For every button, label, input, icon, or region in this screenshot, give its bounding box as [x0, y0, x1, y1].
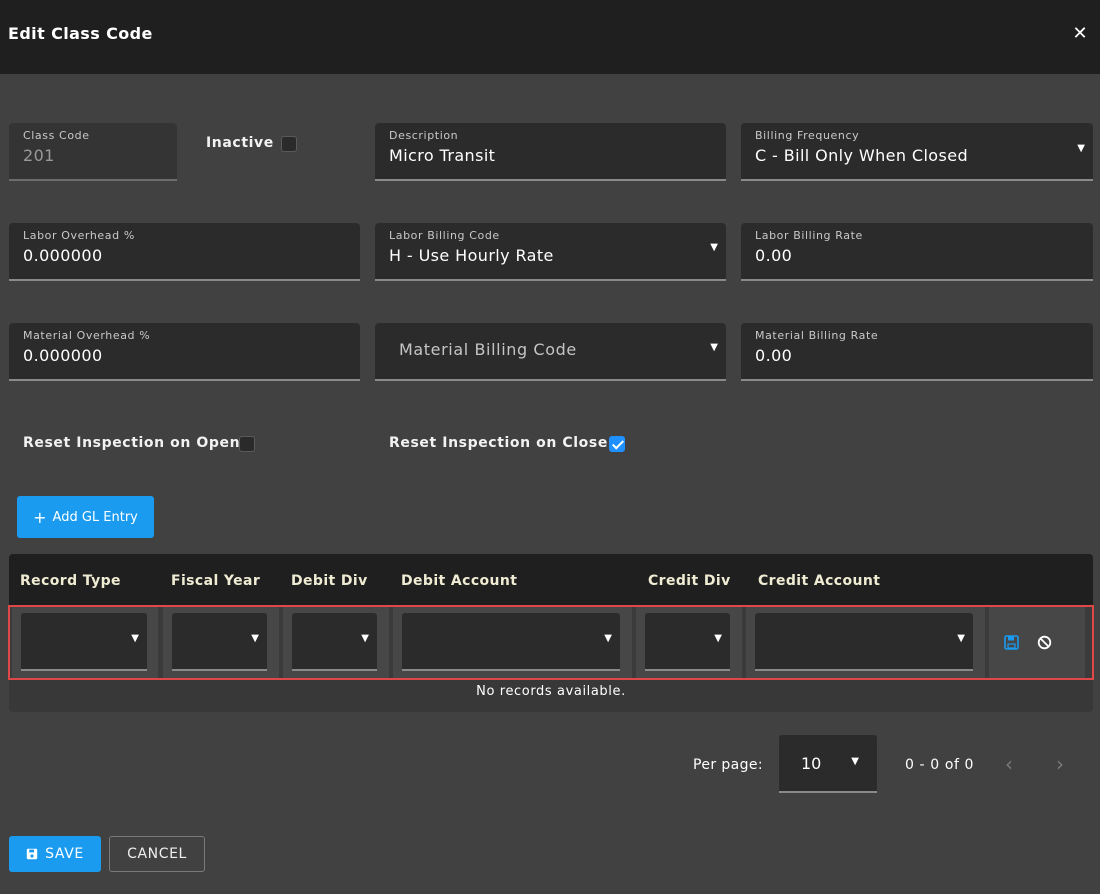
description-value: Micro Transit: [389, 146, 496, 165]
chevron-down-icon: ▼: [251, 633, 259, 644]
material-overhead-field[interactable]: Material Overhead % 0.000000: [9, 323, 360, 381]
pager-range: 0 - 0 of 0: [905, 757, 975, 773]
column-header-fiscal-year[interactable]: Fiscal Year: [171, 573, 260, 589]
record-type-select[interactable]: ▼: [21, 613, 147, 671]
close-icon[interactable]: ✕: [1072, 24, 1088, 44]
floppy-disk-icon: [26, 848, 38, 860]
billing-frequency-value: C - Bill Only When Closed: [755, 146, 969, 165]
plus-icon: +: [33, 507, 47, 527]
save-label: SAVE: [45, 846, 84, 862]
chevron-down-icon: ▼: [131, 633, 139, 644]
material-overhead-value: 0.000000: [23, 346, 103, 365]
class-code-field: Class Code 201: [9, 123, 177, 181]
per-page-label: Per page:: [693, 757, 764, 773]
chevron-down-icon: ▼: [957, 633, 965, 644]
debit-div-select[interactable]: ▼: [292, 613, 377, 671]
credit-account-select[interactable]: ▼: [755, 613, 973, 671]
inactive-checkbox[interactable]: [281, 136, 297, 152]
description-label: Description: [389, 129, 459, 142]
material-billing-rate-field[interactable]: Material Billing Rate 0.00: [741, 323, 1093, 381]
chevron-down-icon: ▼: [710, 342, 718, 353]
cancel-circle-icon[interactable]: [1037, 635, 1052, 650]
labor-overhead-field[interactable]: Labor Overhead % 0.000000: [9, 223, 360, 281]
gl-edit-row: ▼ ▼ ▼ ▼ ▼ ▼: [8, 605, 1094, 680]
chevron-down-icon: ▼: [604, 633, 612, 644]
class-code-value: 201: [23, 146, 55, 165]
inactive-label: Inactive: [206, 135, 274, 151]
cancel-label: CANCEL: [127, 846, 187, 862]
chevron-down-icon: ▼: [714, 633, 722, 644]
floppy-disk-icon[interactable]: [1004, 635, 1019, 650]
chevron-down-icon: ▼: [361, 633, 369, 644]
chevron-left-icon[interactable]: ‹: [1005, 752, 1013, 776]
debit-account-select[interactable]: ▼: [402, 613, 620, 671]
grid-header: Record Type Fiscal Year Debit Div Debit …: [9, 554, 1093, 606]
labor-billing-code-select[interactable]: Labor Billing Code H - Use Hourly Rate ▼: [375, 223, 726, 281]
material-overhead-label: Material Overhead %: [23, 329, 151, 342]
fiscal-year-select[interactable]: ▼: [172, 613, 267, 671]
column-header-credit-div[interactable]: Credit Div: [648, 573, 731, 589]
material-billing-rate-label: Material Billing Rate: [755, 329, 879, 342]
reset-on-close-checkbox[interactable]: [609, 436, 625, 452]
credit-div-select[interactable]: ▼: [645, 613, 730, 671]
dialog-titlebar: Edit Class Code ✕: [0, 0, 1100, 74]
column-header-credit-account[interactable]: Credit Account: [758, 573, 880, 589]
per-page-select[interactable]: 10 ▼: [779, 735, 877, 793]
billing-frequency-select[interactable]: Billing Frequency C - Bill Only When Clo…: [741, 123, 1093, 181]
column-header-debit-account[interactable]: Debit Account: [401, 573, 517, 589]
labor-billing-code-label: Labor Billing Code: [389, 229, 500, 242]
chevron-down-icon: ▼: [710, 242, 718, 253]
description-field[interactable]: Description Micro Transit: [375, 123, 726, 181]
labor-overhead-label: Labor Overhead %: [23, 229, 135, 242]
add-gl-entry-button[interactable]: + Add GL Entry: [17, 496, 154, 538]
billing-frequency-label: Billing Frequency: [755, 129, 860, 142]
add-gl-entry-label: Add GL Entry: [52, 509, 138, 525]
chevron-down-icon: ▼: [1077, 143, 1085, 154]
reset-on-open-checkbox[interactable]: [239, 436, 255, 452]
no-records-message: No records available.: [476, 684, 626, 699]
cancel-button[interactable]: CANCEL: [109, 836, 205, 872]
material-billing-code-select[interactable]: Material Billing Code ▼: [375, 323, 726, 381]
column-header-record-type[interactable]: Record Type: [20, 573, 121, 589]
class-code-label: Class Code: [23, 129, 90, 142]
save-button[interactable]: SAVE: [9, 836, 101, 872]
reset-on-close-label: Reset Inspection on Close: [389, 435, 608, 451]
labor-billing-code-value: H - Use Hourly Rate: [389, 246, 554, 265]
material-billing-code-placeholder: Material Billing Code: [399, 340, 577, 359]
labor-overhead-value: 0.000000: [23, 246, 103, 265]
reset-on-open-label: Reset Inspection on Open: [23, 435, 241, 451]
column-header-debit-div[interactable]: Debit Div: [291, 573, 368, 589]
material-billing-rate-value: 0.00: [755, 346, 793, 365]
chevron-right-icon[interactable]: ›: [1056, 752, 1064, 776]
labor-billing-rate-label: Labor Billing Rate: [755, 229, 863, 242]
chevron-down-icon: ▼: [851, 756, 859, 767]
dialog-title: Edit Class Code: [8, 24, 153, 43]
labor-billing-rate-value: 0.00: [755, 246, 793, 265]
per-page-value: 10: [801, 754, 822, 773]
labor-billing-rate-field[interactable]: Labor Billing Rate 0.00: [741, 223, 1093, 281]
